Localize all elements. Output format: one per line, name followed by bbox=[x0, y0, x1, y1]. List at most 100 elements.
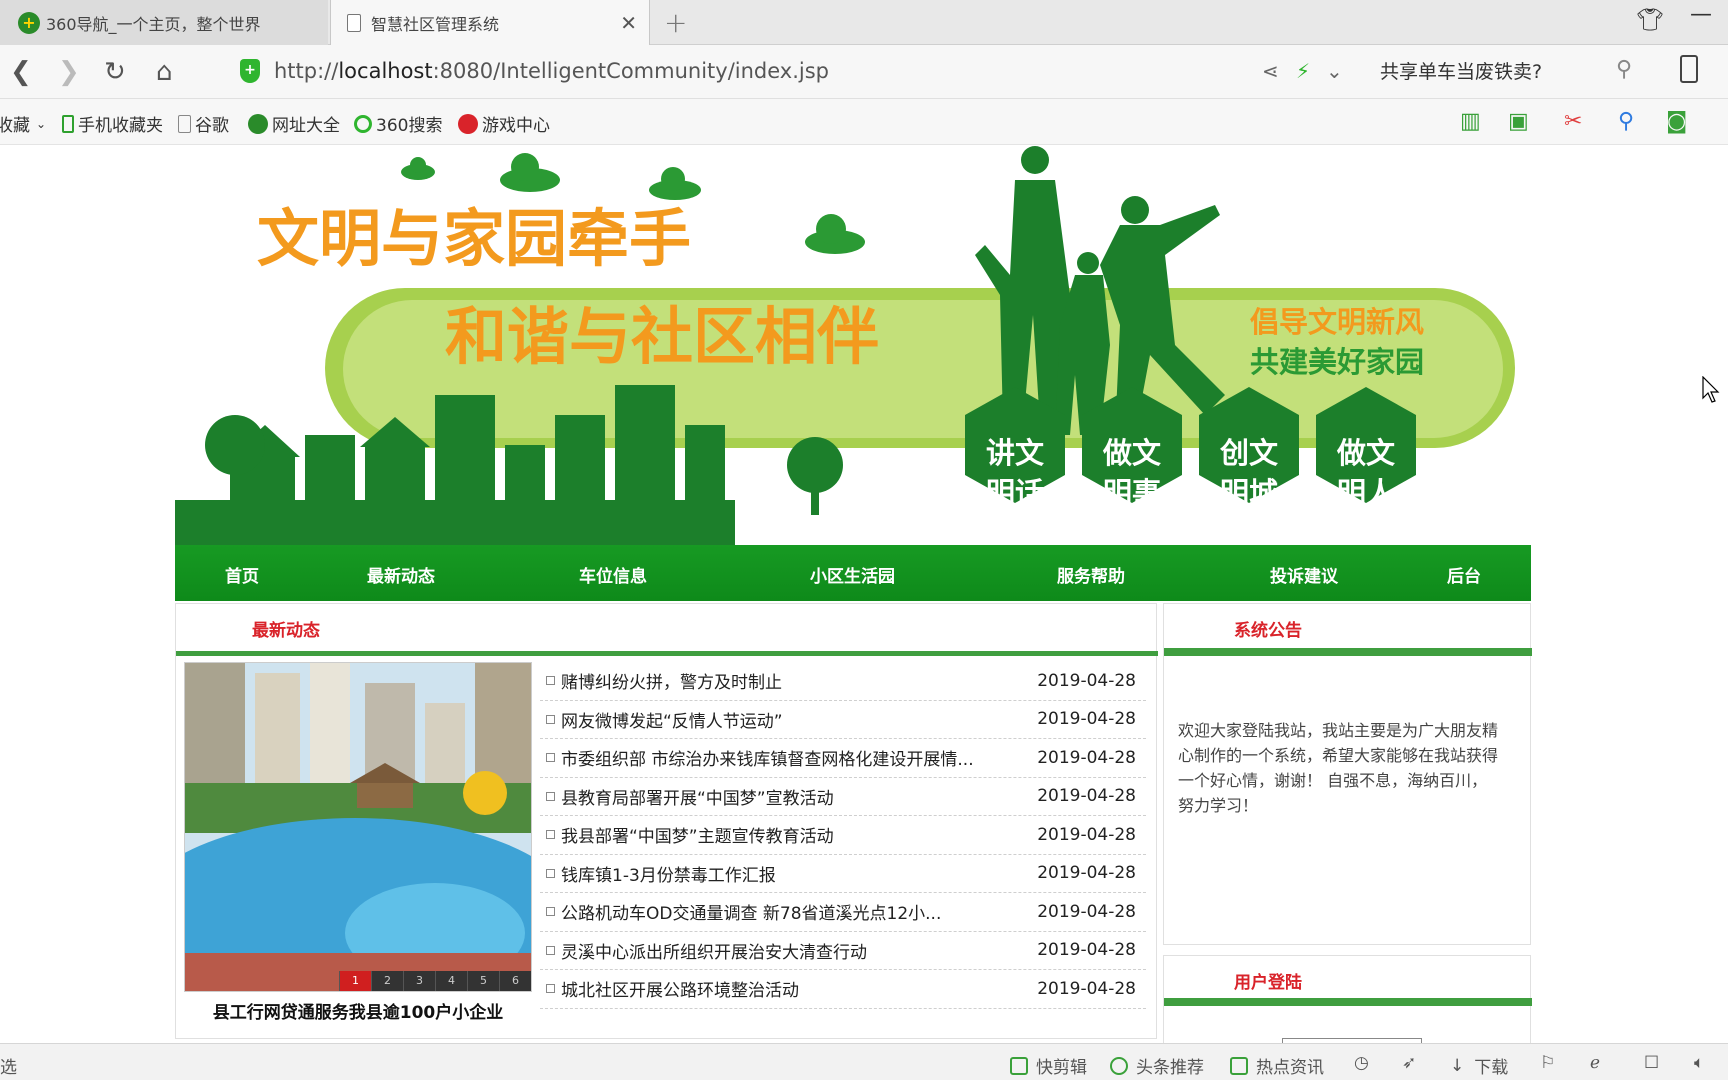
tab-community-system[interactable]: 智慧社区管理系统 ✕ bbox=[330, 0, 650, 45]
360-logo-icon: + bbox=[18, 11, 40, 34]
refresh-icon[interactable]: ↻ bbox=[104, 57, 126, 87]
pager-button[interactable]: 1 bbox=[339, 971, 371, 991]
banner-subheadline: 和谐与社区相伴 bbox=[445, 300, 879, 373]
pool-photo bbox=[185, 663, 531, 991]
window-icon[interactable]: ☐ bbox=[1644, 1053, 1659, 1073]
pager-button[interactable]: 4 bbox=[435, 971, 467, 991]
pager-button[interactable]: 6 bbox=[499, 971, 531, 991]
reader-icon[interactable]: ▥ bbox=[1460, 109, 1481, 134]
scissors-icon[interactable]: ✂︎ bbox=[1564, 109, 1582, 134]
nav-home[interactable]: 首页 bbox=[225, 562, 259, 587]
tab-360-nav[interactable]: + 360导航_一个主页，整个世界 bbox=[0, 0, 328, 45]
hexagon-label: 做文 明事 bbox=[1102, 436, 1161, 510]
bullet-icon bbox=[546, 753, 555, 763]
download-button[interactable]: ↓ 下载 bbox=[1450, 1053, 1508, 1079]
bookmark-sites[interactable]: 网址大全 bbox=[248, 111, 340, 136]
photo-caption[interactable]: 县工行网贷通服务我县逾100户小企业 bbox=[184, 998, 532, 1023]
minimize-button[interactable]: — bbox=[1690, 2, 1712, 27]
news-item[interactable]: 赌博纠纷火拼，警方及时制止 2019-04-28 bbox=[540, 662, 1146, 701]
bookmark-games[interactable]: 游戏中心 bbox=[458, 111, 550, 136]
status-bar: 选 快剪辑 头条推荐 热点资讯 ◷ ➶ ↓ 下载 ⚐ ℯ ☐ 🔈︎ bbox=[0, 1043, 1728, 1080]
360-logo-icon bbox=[248, 113, 268, 134]
play-circle-icon bbox=[1110, 1056, 1128, 1075]
news-item[interactable]: 公路机动车OD交通量调查 新78省道溪光点12小... 2019-04-28 bbox=[540, 893, 1146, 932]
tab-label: 智慧社区管理系统 bbox=[371, 14, 500, 34]
pager-button[interactable]: 5 bbox=[467, 971, 499, 991]
speed-icon[interactable]: ◷ bbox=[1354, 1053, 1369, 1073]
lightning-icon[interactable]: ⚡︎ bbox=[1296, 59, 1310, 83]
tab-label: 360导航_一个主页，整个世界 bbox=[46, 14, 261, 34]
bullet-icon bbox=[546, 714, 555, 724]
game-center-icon bbox=[458, 113, 478, 134]
bullet-icon bbox=[546, 830, 555, 840]
share-icon[interactable]: ⋖ bbox=[1262, 59, 1279, 83]
bullet-icon bbox=[546, 791, 555, 801]
headline-recommend-button[interactable]: 头条推荐 bbox=[1110, 1053, 1204, 1078]
banner-slogan-1: 倡导文明新风 bbox=[1250, 305, 1424, 339]
divider bbox=[1164, 998, 1532, 1006]
flag-icon[interactable]: ⚐ bbox=[1540, 1053, 1555, 1073]
ie-icon[interactable]: ℯ bbox=[1590, 1053, 1600, 1073]
gamepad-icon[interactable]: ◙ bbox=[1666, 109, 1687, 134]
home-icon[interactable]: ⌂ bbox=[156, 57, 173, 87]
back-icon[interactable]: ❮ bbox=[10, 57, 32, 87]
chevron-down-icon[interactable]: ⌄ bbox=[1326, 59, 1343, 83]
translate-icon[interactable]: ▣ bbox=[1508, 109, 1529, 134]
bullet-icon bbox=[546, 984, 555, 994]
pager-button[interactable]: 3 bbox=[403, 971, 435, 991]
notice-text: 欢迎大家登陆我站，我站主要是为广大朋友精心制作的一个系统，希望大家能够在我站获得… bbox=[1178, 721, 1499, 815]
nav-latest-news[interactable]: 最新动态 bbox=[367, 562, 435, 587]
nav-community-life[interactable]: 小区生活园 bbox=[810, 562, 895, 587]
news-item[interactable]: 我县部署“中国梦”主题宣传教育活动 2019-04-28 bbox=[540, 816, 1146, 855]
mobile-device-icon[interactable] bbox=[1680, 55, 1698, 83]
site-banner: 文明与家园牵手 和谐与社区相伴 倡导文明新风 共建美好家园 讲文 明话 做文 明… bbox=[175, 145, 1531, 545]
download-arrow-icon: ↓ bbox=[1450, 1055, 1465, 1076]
news-section-title: 最新动态 bbox=[252, 621, 320, 641]
bullet-icon bbox=[546, 676, 555, 686]
nav-admin[interactable]: 后台 bbox=[1447, 562, 1481, 587]
mouse-cursor-icon bbox=[1702, 376, 1720, 403]
news-item[interactable]: 市委组织部 市综治办来钱库镇督查网格化建设开展情... 2019-04-28 bbox=[540, 739, 1146, 778]
news-item[interactable]: 县教育局部署开展“中国梦”宣教活动 2019-04-28 bbox=[540, 778, 1146, 816]
search-input[interactable]: 共享单车当废铁卖? bbox=[1380, 57, 1542, 84]
hexagon-label: 创文 明城 bbox=[1219, 436, 1278, 510]
hexagon-label: 讲文 明话 bbox=[985, 436, 1044, 510]
bookmark-favorites[interactable]: 收藏 ⌄ bbox=[0, 111, 46, 136]
bullet-icon bbox=[546, 945, 555, 955]
shirt-skin-icon[interactable]: 👕︎ bbox=[1636, 8, 1664, 33]
play-icon bbox=[1010, 1056, 1028, 1075]
banner-headline: 文明与家园牵手 bbox=[257, 202, 691, 275]
news-item[interactable]: 钱库镇1-3月份禁毒工作汇报 2019-04-28 bbox=[540, 855, 1146, 893]
news-list: 赌博纠纷火拼，警方及时制止 2019-04-28 网友微博发起“反情人节运动” 20… bbox=[540, 662, 1146, 1009]
forward-icon[interactable]: ❯ bbox=[58, 57, 80, 87]
slideshow-pager: 1 2 3 4 5 6 bbox=[339, 971, 531, 991]
bullet-icon bbox=[546, 907, 555, 917]
pager-button[interactable]: 2 bbox=[371, 971, 403, 991]
speaker-icon[interactable]: 🔈︎ bbox=[1694, 1053, 1704, 1073]
nav-parking[interactable]: 车位信息 bbox=[579, 562, 647, 587]
bookmark-360search[interactable]: 360搜索 bbox=[354, 111, 442, 136]
hot-news-button[interactable]: 热点资讯 bbox=[1230, 1053, 1324, 1078]
url-field[interactable]: http://localhost:8080/IntelligentCommuni… bbox=[274, 59, 829, 83]
magnifier-icon[interactable]: ⚲ bbox=[1618, 109, 1634, 134]
rocket-icon[interactable]: ➶ bbox=[1402, 1053, 1416, 1073]
news-slideshow[interactable]: 1 2 3 4 5 6 bbox=[184, 662, 532, 992]
new-tab-button[interactable]: + bbox=[664, 6, 687, 39]
system-notice-panel: 系统公告 欢迎大家登陆我站，我站主要是为广大朋友精心制作的一个系统，希望大家能够… bbox=[1163, 603, 1532, 945]
bookmark-google[interactable]: 谷歌 bbox=[178, 111, 229, 136]
quick-clip-button[interactable]: 快剪辑 bbox=[1010, 1053, 1087, 1078]
nav-complaints[interactable]: 投诉建议 bbox=[1270, 562, 1338, 587]
close-tab-icon[interactable]: ✕ bbox=[620, 11, 637, 35]
security-shield-icon[interactable]: + bbox=[240, 59, 260, 83]
news-item[interactable]: 城北社区开展公路环境整治活动 2019-04-28 bbox=[540, 970, 1146, 1009]
main-nav: 首页 最新动态 车位信息 小区生活园 服务帮助 投诉建议 后台 bbox=[175, 545, 1531, 601]
bookmarks-bar: 收藏 ⌄ 手机收藏夹 谷歌 网址大全 360搜索 游戏中心 ▥ ▣ ✂︎ ⚲ ◙ bbox=[0, 99, 1728, 145]
news-item[interactable]: 网友微博发起“反情人节运动” 2019-04-28 bbox=[540, 701, 1146, 739]
nav-service-help[interactable]: 服务帮助 bbox=[1057, 562, 1125, 587]
hexagon-label: 做文 明人 bbox=[1336, 436, 1395, 510]
bookmark-mobile[interactable]: 手机收藏夹 bbox=[62, 111, 163, 136]
search-icon[interactable]: ⚲ bbox=[1616, 57, 1632, 82]
latest-news-panel: 最新动态 1 2 3 4 5 6 县工行网贷通服务我县逾100户小企业 赌博纠纷… bbox=[175, 603, 1158, 1039]
news-item[interactable]: 灵溪中心派出所组织开展治安大清查行动 2019-04-28 bbox=[540, 932, 1146, 970]
browser-tab-bar: + 360导航_一个主页，整个世界 智慧社区管理系统 ✕ + 👕︎ — bbox=[0, 0, 1728, 45]
